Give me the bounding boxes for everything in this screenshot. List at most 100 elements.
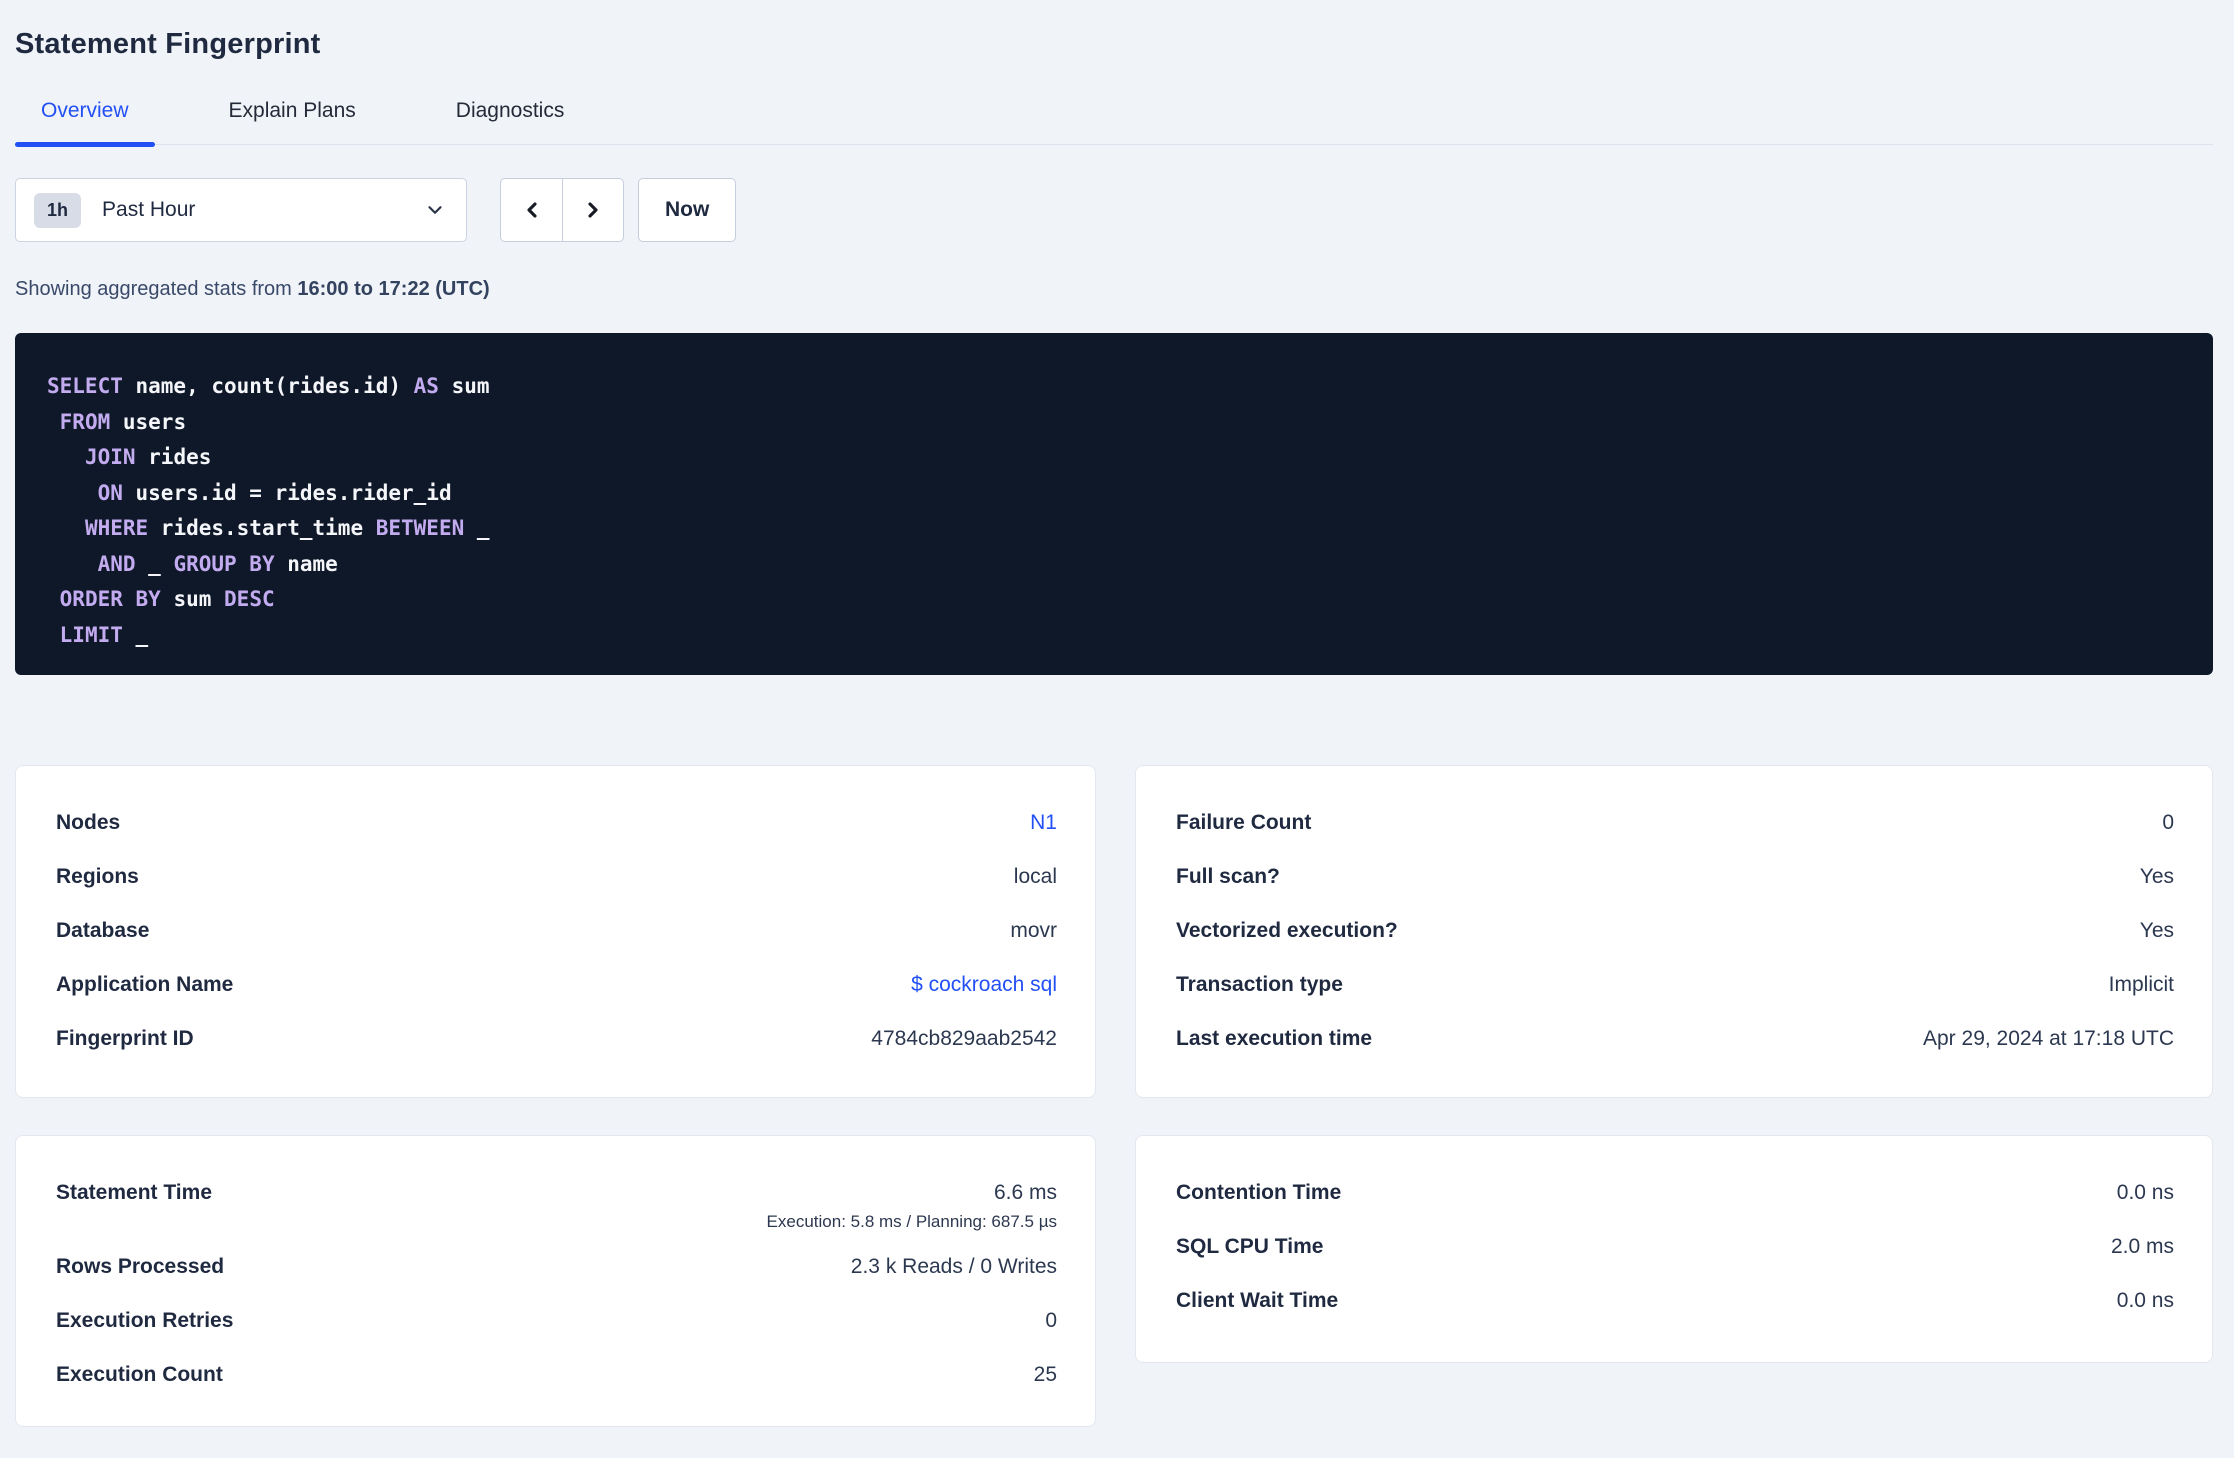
info-row-failure-count: Failure Count 0 bbox=[1176, 796, 2174, 850]
time-step-buttons bbox=[500, 178, 624, 242]
row-label: Client Wait Time bbox=[1176, 1289, 1339, 1312]
aggregated-stats-line: Showing aggregated stats from 16:00 to 1… bbox=[15, 278, 2213, 301]
sql-keyword: FROM bbox=[59, 409, 111, 434]
sql-keyword: ON bbox=[97, 480, 123, 505]
row-value: movr bbox=[1010, 919, 1057, 942]
row-label: Transaction type bbox=[1176, 973, 1343, 996]
sql-keyword: ORDER BY bbox=[59, 587, 161, 611]
sql-keyword: AND bbox=[97, 551, 136, 576]
statement-timings-card: Statement Time 6.6 ms Execution: 5.8 ms … bbox=[15, 1135, 1096, 1427]
stats-line-prefix: Showing aggregated stats from bbox=[15, 278, 298, 300]
row-value: 0.0 ns bbox=[2116, 1289, 2174, 1312]
info-row-application-name: Application Name $ cockroach sql bbox=[56, 958, 1057, 1012]
row-label: Contention Time bbox=[1176, 1181, 1342, 1204]
sql-line: JOIN rides bbox=[47, 440, 2183, 476]
row-subvalue: Execution: 5.8 ms / Planning: 687.5 µs bbox=[766, 1212, 1057, 1231]
info-row-transaction-type: Transaction type Implicit bbox=[1176, 958, 2174, 1012]
row-value: Yes bbox=[2139, 865, 2174, 888]
stats-line-range: 16:00 to 17:22 (UTC) bbox=[297, 278, 490, 300]
sql-text: sum bbox=[160, 587, 225, 611]
row-label: Execution Retries bbox=[56, 1309, 234, 1332]
info-row-contention-time: Contention Time 0.0 ns bbox=[1176, 1166, 2174, 1220]
summary-cards-grid: Nodes N1 Regions local Database movr App… bbox=[15, 765, 2213, 1427]
info-row-rows-processed: Rows Processed 2.3 k Reads / 0 Writes bbox=[56, 1240, 1057, 1294]
sql-text: rides bbox=[135, 445, 212, 469]
now-button[interactable]: Now bbox=[638, 178, 737, 242]
time-range-dropdown[interactable]: 1h Past Hour bbox=[15, 178, 467, 242]
tab-explain-plans[interactable]: Explain Plans bbox=[203, 99, 382, 144]
row-value: 25 bbox=[1033, 1363, 1057, 1386]
row-value: 4784cb829aab2542 bbox=[871, 1027, 1057, 1050]
page-title: Statement Fingerprint bbox=[15, 28, 321, 60]
info-row-statement-time: Statement Time 6.6 ms Execution: 5.8 ms … bbox=[56, 1166, 1057, 1240]
sql-text: users bbox=[110, 409, 187, 434]
nodes-link[interactable]: N1 bbox=[1030, 811, 1057, 834]
wait-timings-card: Contention Time 0.0 ns SQL CPU Time 2.0 … bbox=[1135, 1135, 2213, 1363]
row-label: Full scan? bbox=[1176, 865, 1280, 888]
row-label: Last execution time bbox=[1176, 1027, 1373, 1050]
info-row-nodes: Nodes N1 bbox=[56, 796, 1057, 850]
row-label: Statement Time bbox=[56, 1181, 212, 1204]
sql-text: name, count(rides.id) bbox=[122, 374, 414, 398]
sql-line: ORDER BY sum DESC bbox=[47, 582, 2183, 618]
sql-keyword: WHERE bbox=[84, 516, 149, 540]
tab-bar: Overview Explain Plans Diagnostics bbox=[15, 99, 2213, 147]
chevron-left-icon bbox=[520, 198, 544, 222]
sql-keyword: GROUP BY bbox=[173, 551, 275, 576]
sql-keyword: JOIN bbox=[84, 445, 136, 469]
info-row-client-wait-time: Client Wait Time 0.0 ns bbox=[1176, 1274, 2174, 1328]
tab-overview[interactable]: Overview bbox=[15, 99, 155, 147]
row-label: Failure Count bbox=[1176, 811, 1312, 834]
info-row-execution-retries: Execution Retries 0 bbox=[56, 1294, 1057, 1348]
row-value: 0 bbox=[1045, 1309, 1057, 1332]
sql-keyword: DESC bbox=[224, 587, 275, 611]
row-value: 2.0 ms bbox=[2110, 1235, 2174, 1258]
sql-keyword: LIMIT bbox=[59, 622, 123, 647]
sql-line: WHERE rides.start_time BETWEEN _ bbox=[47, 511, 2183, 547]
sql-text: users.id = rides.rider_id bbox=[122, 480, 452, 505]
row-value: Implicit bbox=[2108, 973, 2174, 996]
row-label: SQL CPU Time bbox=[1176, 1235, 1324, 1258]
sql-text: _ bbox=[135, 551, 174, 576]
sql-text: rides.start_time bbox=[148, 516, 376, 540]
row-label: Vectorized execution? bbox=[1176, 919, 1398, 942]
row-value: 2.3 k Reads / 0 Writes bbox=[850, 1255, 1057, 1278]
tab-diagnostics[interactable]: Diagnostics bbox=[430, 99, 591, 144]
info-row-full-scan: Full scan? Yes bbox=[1176, 850, 2174, 904]
sql-keyword: BETWEEN bbox=[375, 516, 465, 540]
row-value: 0 bbox=[2162, 811, 2174, 834]
next-time-button[interactable] bbox=[562, 179, 623, 241]
execution-attributes-card: Failure Count 0 Full scan? Yes Vectorize… bbox=[1135, 765, 2213, 1098]
sql-text: _ bbox=[464, 516, 490, 540]
info-row-execution-count: Execution Count 25 bbox=[56, 1348, 1057, 1402]
time-range-label: Past Hour bbox=[102, 198, 196, 221]
sql-line: AND _ GROUP BY name bbox=[47, 547, 2183, 583]
sql-keyword: AS bbox=[413, 374, 439, 398]
sql-line: ON users.id = rides.rider_id bbox=[47, 476, 2183, 512]
statement-fingerprint-page: Statement Fingerprint Overview Explain P… bbox=[0, 0, 2234, 1458]
row-value: Apr 29, 2024 at 17:18 UTC bbox=[1923, 1027, 2174, 1050]
row-label: Fingerprint ID bbox=[56, 1027, 194, 1050]
row-label: Execution Count bbox=[56, 1363, 223, 1386]
previous-time-button[interactable] bbox=[501, 179, 562, 241]
application-name-link[interactable]: $ cockroach sql bbox=[911, 973, 1057, 996]
sql-text: _ bbox=[122, 622, 149, 647]
sql-keyword: SELECT bbox=[47, 374, 123, 398]
chevron-right-icon bbox=[581, 198, 605, 222]
row-value: 0.0 ns bbox=[2116, 1181, 2174, 1204]
info-row-fingerprint-id: Fingerprint ID 4784cb829aab2542 bbox=[56, 1012, 1057, 1066]
info-row-vectorized-execution: Vectorized execution? Yes bbox=[1176, 904, 2174, 958]
row-value: Yes bbox=[2139, 919, 2174, 942]
chevron-down-icon bbox=[424, 199, 446, 221]
sql-line: FROM users bbox=[47, 405, 2183, 441]
row-label: Application Name bbox=[56, 973, 234, 996]
sql-line: LIMIT _ bbox=[47, 618, 2183, 654]
row-value: local bbox=[1013, 865, 1057, 888]
